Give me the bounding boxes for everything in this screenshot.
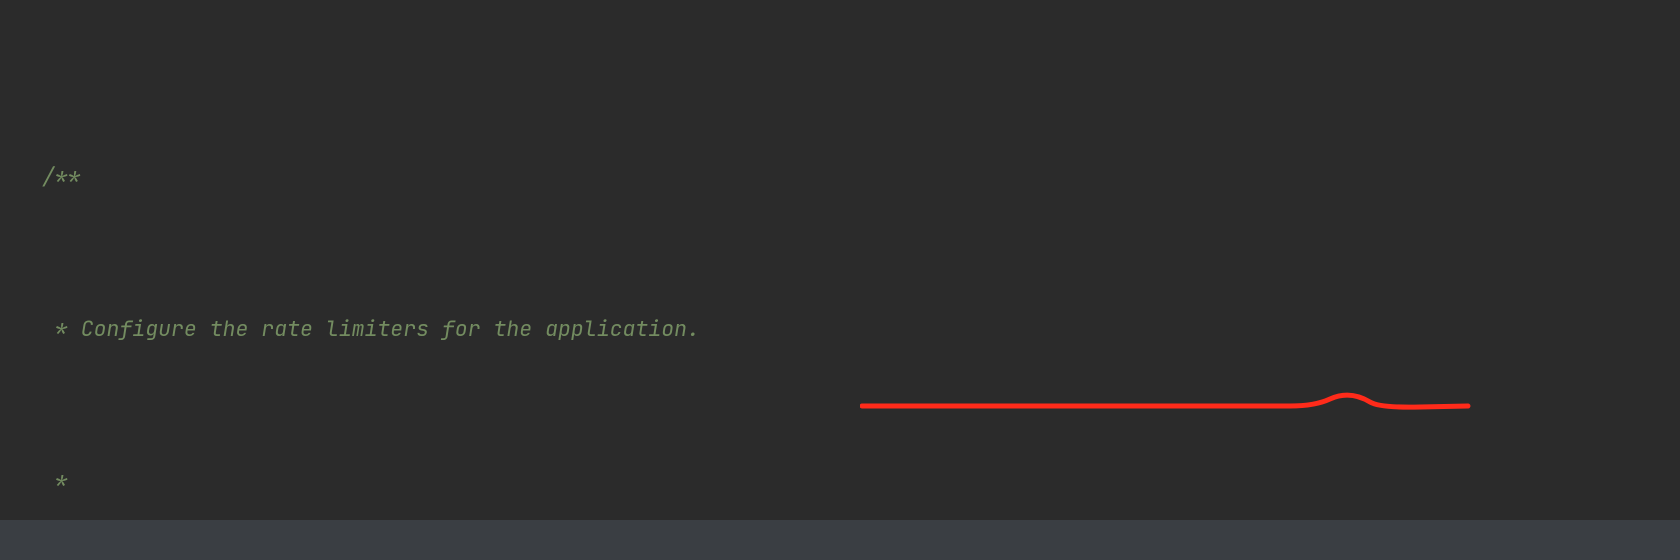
doc-blank: * — [42, 462, 68, 500]
doc-desc: * Configure the rate limiters for the ap… — [42, 310, 700, 348]
docblock-desc: * Configure the rate limiters for the ap… — [0, 310, 1680, 348]
code-editor[interactable]: /** * Configure the rate limiters for th… — [0, 0, 1680, 560]
doc-open: /** — [42, 158, 81, 196]
editor-bottom-strip — [0, 520, 1680, 560]
docblock-blank: * — [0, 462, 1680, 500]
docblock-open: /** — [0, 158, 1680, 196]
